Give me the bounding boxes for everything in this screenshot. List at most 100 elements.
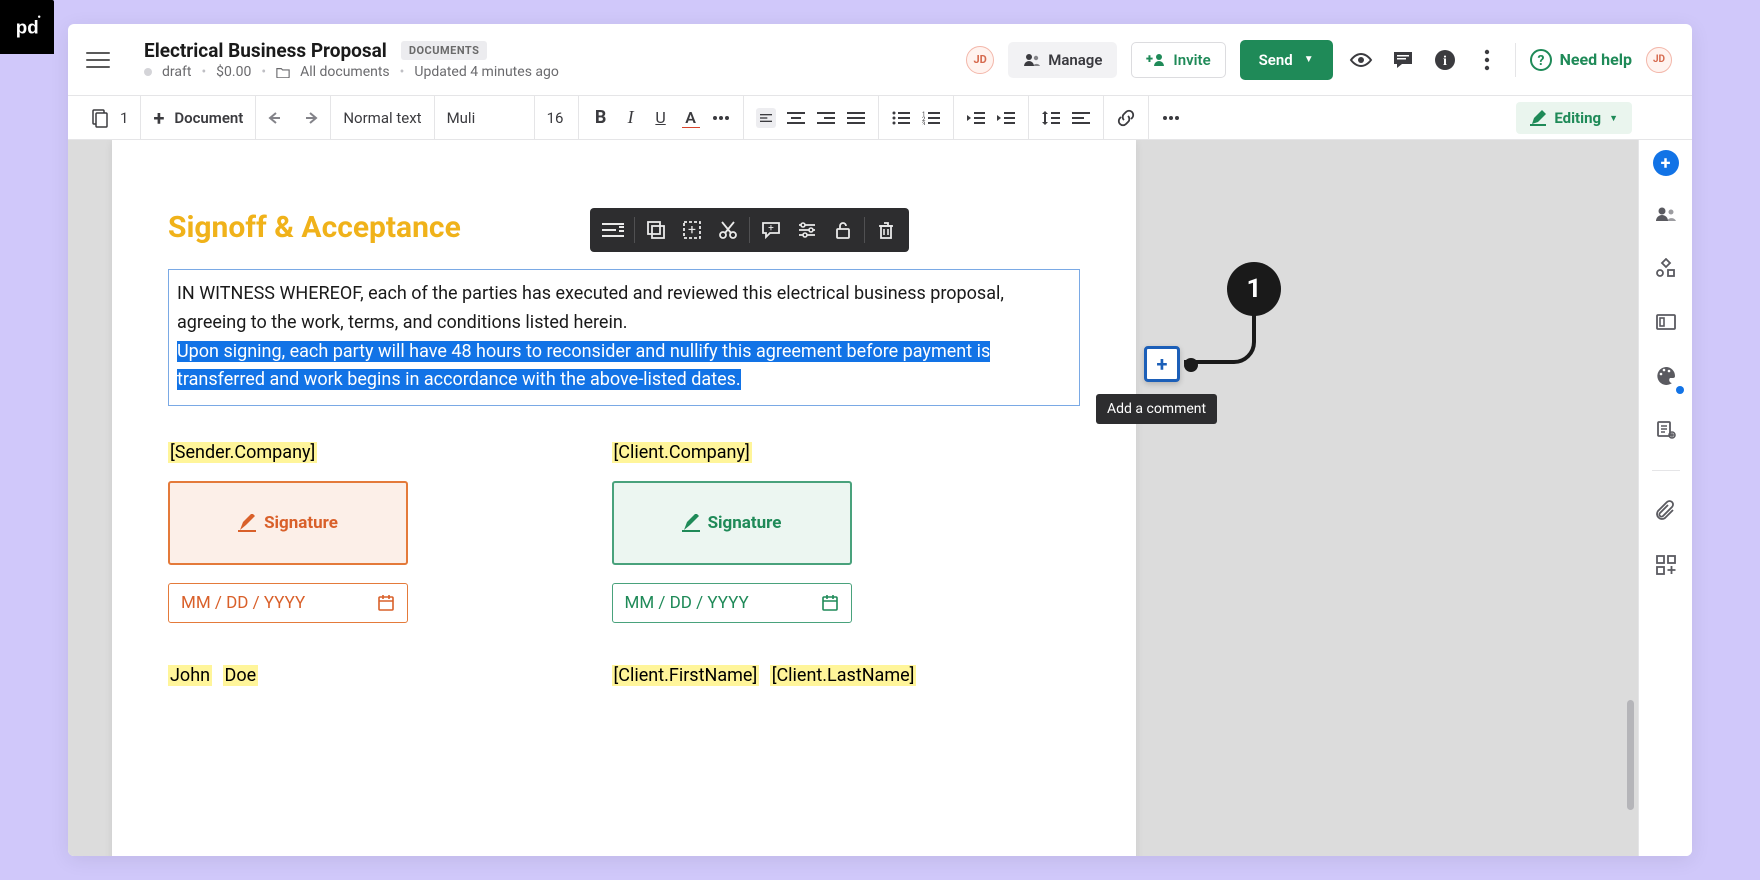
svg-text:+: +	[1146, 53, 1153, 67]
manage-label: Manage	[1048, 51, 1102, 69]
manage-button[interactable]: Manage	[1008, 42, 1117, 78]
client-first-token[interactable]: [Client.FirstName]	[612, 665, 760, 686]
bold-button[interactable]: B	[591, 108, 611, 128]
app-window: Electrical Business Proposal DOCUMENTS d…	[68, 24, 1692, 856]
status-label: draft	[162, 64, 191, 80]
apps-icon[interactable]	[1650, 549, 1682, 581]
sender-date-field[interactable]: MM / DD / YYYY	[168, 583, 408, 623]
text-color-button[interactable]: A	[681, 108, 701, 128]
menu-icon[interactable]	[86, 48, 110, 72]
add-content-button[interactable]: +	[1653, 150, 1679, 176]
add-comment-button[interactable]: +	[1144, 346, 1180, 382]
brand-logo: pd	[0, 0, 54, 54]
selected-paragraph: Upon signing, each party will have 48 ho…	[177, 341, 990, 391]
comment-block-icon[interactable]: +	[754, 213, 788, 247]
client-company-token[interactable]: [Client.Company]	[612, 442, 752, 463]
svg-text:+: +	[768, 223, 774, 234]
svg-text:3: 3	[922, 121, 925, 125]
calendar-icon	[377, 594, 395, 612]
settings-icon[interactable]	[790, 213, 824, 247]
more-toolbar-icon[interactable]	[1161, 108, 1181, 128]
calendar-icon	[821, 594, 839, 612]
tooltip: Add a comment	[1096, 394, 1217, 424]
align-justify-icon[interactable]	[846, 108, 866, 128]
mode-label: Editing	[1554, 109, 1601, 127]
need-help-label: Need help	[1560, 50, 1632, 69]
more-vertical-icon[interactable]	[1473, 46, 1501, 74]
content-library-icon[interactable]	[1650, 306, 1682, 338]
bullet-list-icon[interactable]	[891, 108, 911, 128]
save-block-icon[interactable]: +	[675, 213, 709, 247]
redo-icon[interactable]	[298, 108, 318, 128]
caret-down-icon: ▼	[1609, 113, 1618, 124]
paragraph-spacing-icon[interactable]	[1071, 108, 1091, 128]
person-add-icon: +	[1146, 53, 1166, 67]
underline-button[interactable]: U	[651, 108, 671, 128]
align-left-icon[interactable]	[756, 108, 776, 128]
annotation-dot	[1184, 358, 1198, 372]
info-icon[interactable]: i	[1431, 46, 1459, 74]
comments-icon[interactable]	[1389, 46, 1417, 74]
align-center-icon[interactable]	[786, 108, 806, 128]
variables-icon[interactable]	[1650, 252, 1682, 284]
document-meta: draft • $0.00 • All documents • Updated …	[144, 64, 559, 80]
client-date-field[interactable]: MM / DD / YYYY	[612, 583, 852, 623]
folder-link[interactable]: All documents	[300, 64, 390, 80]
text-style-select[interactable]: Normal text	[331, 96, 434, 139]
folder-icon	[276, 66, 290, 78]
sender-company-token[interactable]: [Sender.Company]	[168, 442, 317, 463]
client-last-token[interactable]: [Client.LastName]	[770, 665, 917, 686]
signature-icon	[682, 514, 700, 532]
undo-icon[interactable]	[268, 108, 288, 128]
formatting-toolbar: 1 + Document Normal text Muli 16 B I U A	[68, 96, 1692, 140]
attachments-icon[interactable]	[1650, 495, 1682, 527]
mode-button[interactable]: Editing ▼	[1516, 102, 1632, 134]
text-block[interactable]: IN WITNESS WHEREOF, each of the parties …	[168, 269, 1080, 406]
invite-button[interactable]: + Invite	[1131, 42, 1225, 78]
user-avatar[interactable]: JD	[1646, 47, 1672, 73]
people-icon	[1023, 53, 1041, 67]
document-page: + +	[112, 140, 1136, 856]
more-text-icon[interactable]	[711, 108, 731, 128]
canvas: + +	[68, 140, 1638, 856]
svg-text:pd: pd	[16, 17, 39, 38]
send-button[interactable]: Send ▼	[1240, 40, 1333, 80]
paragraph-1: IN WITNESS WHEREOF, each of the parties …	[177, 283, 1004, 333]
font-select[interactable]: Muli	[435, 96, 535, 139]
recipient-avatar[interactable]: JD	[966, 46, 994, 74]
outdent-icon[interactable]	[966, 108, 986, 128]
smart-content-icon[interactable]	[1650, 414, 1682, 446]
design-icon[interactable]	[1650, 360, 1682, 392]
category-badge: DOCUMENTS	[401, 41, 488, 60]
sender-first-name[interactable]: John	[168, 665, 212, 686]
document-title[interactable]: Electrical Business Proposal	[144, 39, 387, 62]
indent-icon[interactable]	[996, 108, 1016, 128]
preview-icon[interactable]	[1347, 46, 1375, 74]
align-right-icon[interactable]	[816, 108, 836, 128]
delete-icon[interactable]	[869, 213, 903, 247]
pages-icon[interactable]	[90, 108, 110, 128]
svg-text:+: +	[688, 222, 696, 238]
font-size-select[interactable]: 16	[535, 96, 579, 139]
sender-signature-field[interactable]: Signature	[168, 481, 408, 565]
line-spacing-icon[interactable]	[1041, 108, 1061, 128]
columns-icon[interactable]	[596, 213, 630, 247]
sender-last-name[interactable]: Doe	[223, 665, 259, 686]
link-icon[interactable]	[1116, 108, 1136, 128]
app-header: Electrical Business Proposal DOCUMENTS d…	[68, 24, 1692, 96]
duplicate-icon[interactable]	[639, 213, 673, 247]
cut-icon[interactable]	[711, 213, 745, 247]
send-label: Send	[1259, 51, 1293, 69]
scrollbar[interactable]	[1627, 700, 1634, 810]
recipients-icon[interactable]	[1650, 198, 1682, 230]
block-context-toolbar: + +	[590, 208, 909, 252]
client-signature-field[interactable]: Signature	[612, 481, 852, 565]
status-dot-icon	[144, 68, 152, 76]
svg-text:i: i	[1443, 54, 1447, 69]
insert-document-button[interactable]: + Document	[141, 96, 256, 139]
annotation-step: 1	[1227, 262, 1281, 316]
lock-icon[interactable]	[826, 213, 860, 247]
numbered-list-icon[interactable]: 123	[921, 108, 941, 128]
need-help-button[interactable]: ? Need help	[1530, 49, 1632, 71]
italic-button[interactable]: I	[621, 108, 641, 128]
